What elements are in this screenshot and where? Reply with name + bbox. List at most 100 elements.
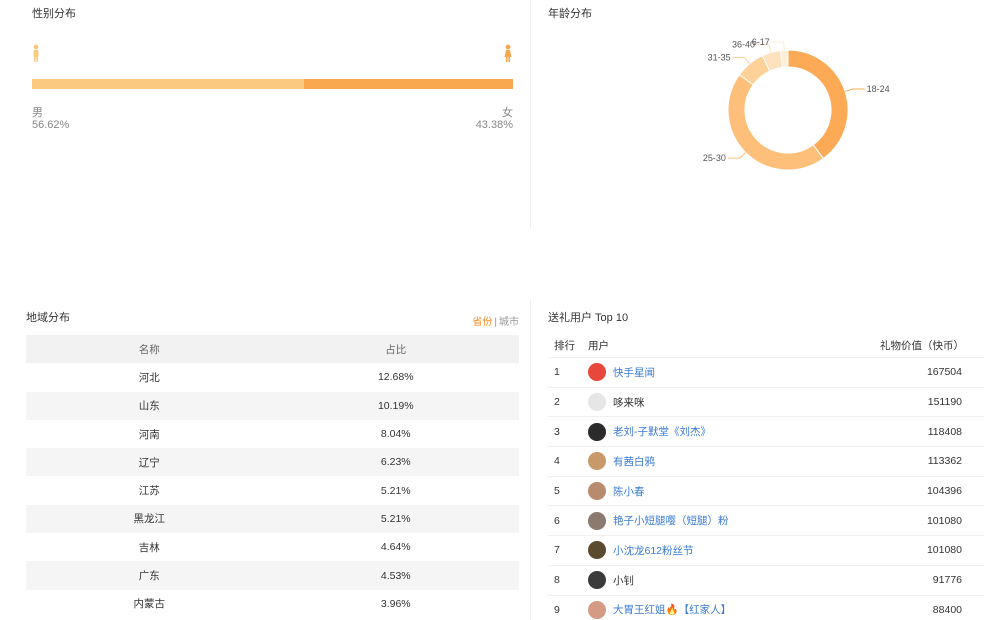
user-name-link[interactable]: 陈小春 (613, 484, 645, 499)
tab-province[interactable]: 省份 (472, 317, 492, 328)
table-row: 3 老刘-子默堂《刘杰》 118408 (548, 417, 984, 448)
region-ratio: 10.19% (377, 399, 414, 412)
table-row: 河北 12.68% (26, 363, 519, 391)
gift-user: 小沈龙612粉丝节 (588, 541, 874, 560)
avatar[interactable] (588, 482, 606, 501)
panel-divider-bottom (530, 300, 531, 620)
gift-rank: 3 (554, 425, 560, 438)
region-name: 山东 (138, 400, 160, 413)
col-value-header: 礼物价值（快币） (880, 340, 964, 352)
age-leader-line (727, 152, 746, 159)
avatar[interactable] (588, 452, 606, 471)
region-name: 河南 (138, 428, 160, 441)
table-row: 江苏 5.21% (26, 476, 519, 504)
table-row: 5 陈小春 104396 (548, 477, 984, 507)
gift-user: 大胃王红姐🔥【红家人】 (588, 600, 874, 619)
user-name-link[interactable]: 大胃王红姐🔥【红家人】 (613, 602, 731, 617)
gift-value: 118408 (927, 425, 962, 438)
region-ratio: 6.23% (380, 456, 411, 469)
gift-table-header: 排行 用户 礼物价值（快币） (548, 334, 984, 358)
panel-divider-top (530, 0, 531, 228)
gift-table: 排行 用户 礼物价值（快币） 1 快手星闻 167504 2 哆来咪 151190 3 老刘-… (548, 334, 984, 620)
table-row: 广东 4.53% (26, 561, 519, 590)
gift-rank: 8 (554, 574, 560, 587)
age-slice[interactable] (787, 49, 849, 160)
gift-value: 151190 (927, 396, 962, 409)
age-label: 31-35 (708, 53, 731, 63)
age-donut-chart: 18-2425-3031-3536-406-17 (703, 37, 890, 171)
gift-rank: 7 (554, 544, 560, 557)
gift-value: 101080 (926, 544, 962, 557)
table-row: 6 艳子小短腿嘤（短腿）粉 101080 (548, 506, 984, 537)
gift-user: 哆来咪 (588, 393, 874, 412)
col-rank-header: 排行 (554, 340, 575, 352)
gift-rank: 9 (554, 603, 560, 616)
female-segment (304, 79, 513, 89)
region-ratio: 4.64% (380, 541, 411, 554)
gender-title: 性别分布 (32, 8, 76, 20)
avatar[interactable] (588, 422, 606, 441)
table-row: 内蒙古 3.96% (26, 590, 519, 618)
male-segment (32, 79, 305, 89)
tab-city[interactable]: 城市 (499, 317, 519, 328)
gift-rank: 4 (554, 455, 560, 468)
gift-user: 老刘-子默堂《刘杰》 (588, 422, 874, 441)
table-row: 山东 10.19% (26, 391, 519, 420)
female-label: 女 (502, 107, 513, 119)
user-name-link[interactable]: 艳子小短腿嘤（短腿）粉 (613, 513, 729, 528)
gift-user: 小钊 (588, 571, 874, 590)
user-name-link[interactable]: 有茜白鸦 (613, 454, 655, 469)
region-table-header: 名称 占比 (26, 335, 519, 364)
gift-value: 88400 (932, 603, 962, 616)
region-ratio: 5.21% (380, 512, 411, 525)
age-leader-line (732, 57, 751, 65)
user-name-link[interactable]: 快手星闻 (613, 365, 655, 380)
region-ratio: 8.04% (380, 428, 411, 441)
region-name: 内蒙古 (133, 598, 166, 611)
gift-value: 113362 (927, 455, 962, 468)
table-row: 1 快手星闻 167504 (548, 358, 984, 388)
age-title: 年龄分布 (548, 8, 592, 20)
user-name-link[interactable]: 老刘-子默堂《刘杰》 (613, 424, 711, 439)
gift-rank: 1 (554, 366, 560, 379)
gift-user: 有茜白鸦 (588, 452, 874, 471)
table-row: 辽宁 6.23% (26, 448, 519, 477)
age-leader-line (771, 41, 785, 51)
region-table: 名称 占比 河北 12.68% 山东 10.19% 河南 8.04% 辽宁 6.23% 江苏 5.… (26, 335, 519, 618)
gift-rank: 5 (554, 485, 560, 498)
table-row: 2 哆来咪 151190 (548, 388, 984, 418)
gender-ratio-bar (32, 79, 513, 89)
male-label: 男 (32, 107, 43, 119)
table-row: 河南 8.04% (26, 420, 519, 448)
region-name: 河北 (138, 371, 160, 384)
table-row: 吉林 4.64% (26, 533, 519, 561)
male-icon (33, 44, 39, 62)
user-name-link[interactable]: 哆来咪 (613, 395, 645, 410)
user-name-link[interactable]: 小沈龙612粉丝节 (613, 543, 694, 558)
avatar[interactable] (588, 571, 606, 590)
gift-rank: 2 (554, 396, 560, 409)
table-row: 8 小钊 91776 (548, 566, 984, 596)
col-ratio-header: 占比 (385, 343, 407, 356)
region-name: 江苏 (138, 485, 160, 498)
table-row: 4 有茜白鸦 113362 (548, 447, 984, 477)
avatar[interactable] (588, 600, 606, 619)
female-percent: 43.38% (475, 119, 513, 131)
region-tabs: 省份 | 城市 (472, 313, 519, 328)
region-ratio: 3.96% (380, 597, 411, 610)
gift-title: 送礼用户 Top 10 (548, 312, 629, 324)
region-name: 广东 (138, 570, 160, 583)
age-leader-line (844, 88, 865, 92)
region-title: 地域分布 (26, 312, 70, 324)
gift-value: 91776 (932, 574, 962, 587)
col-user-header: 用户 (588, 340, 609, 352)
avatar[interactable] (588, 393, 606, 412)
user-name-link[interactable]: 小钊 (613, 573, 634, 588)
tab-separator: | (494, 317, 497, 328)
avatar[interactable] (588, 511, 606, 530)
age-label: 25-30 (703, 153, 726, 163)
avatar[interactable] (588, 363, 606, 382)
gift-rank: 6 (554, 514, 560, 527)
region-ratio: 12.68% (377, 371, 414, 384)
avatar[interactable] (588, 541, 606, 560)
